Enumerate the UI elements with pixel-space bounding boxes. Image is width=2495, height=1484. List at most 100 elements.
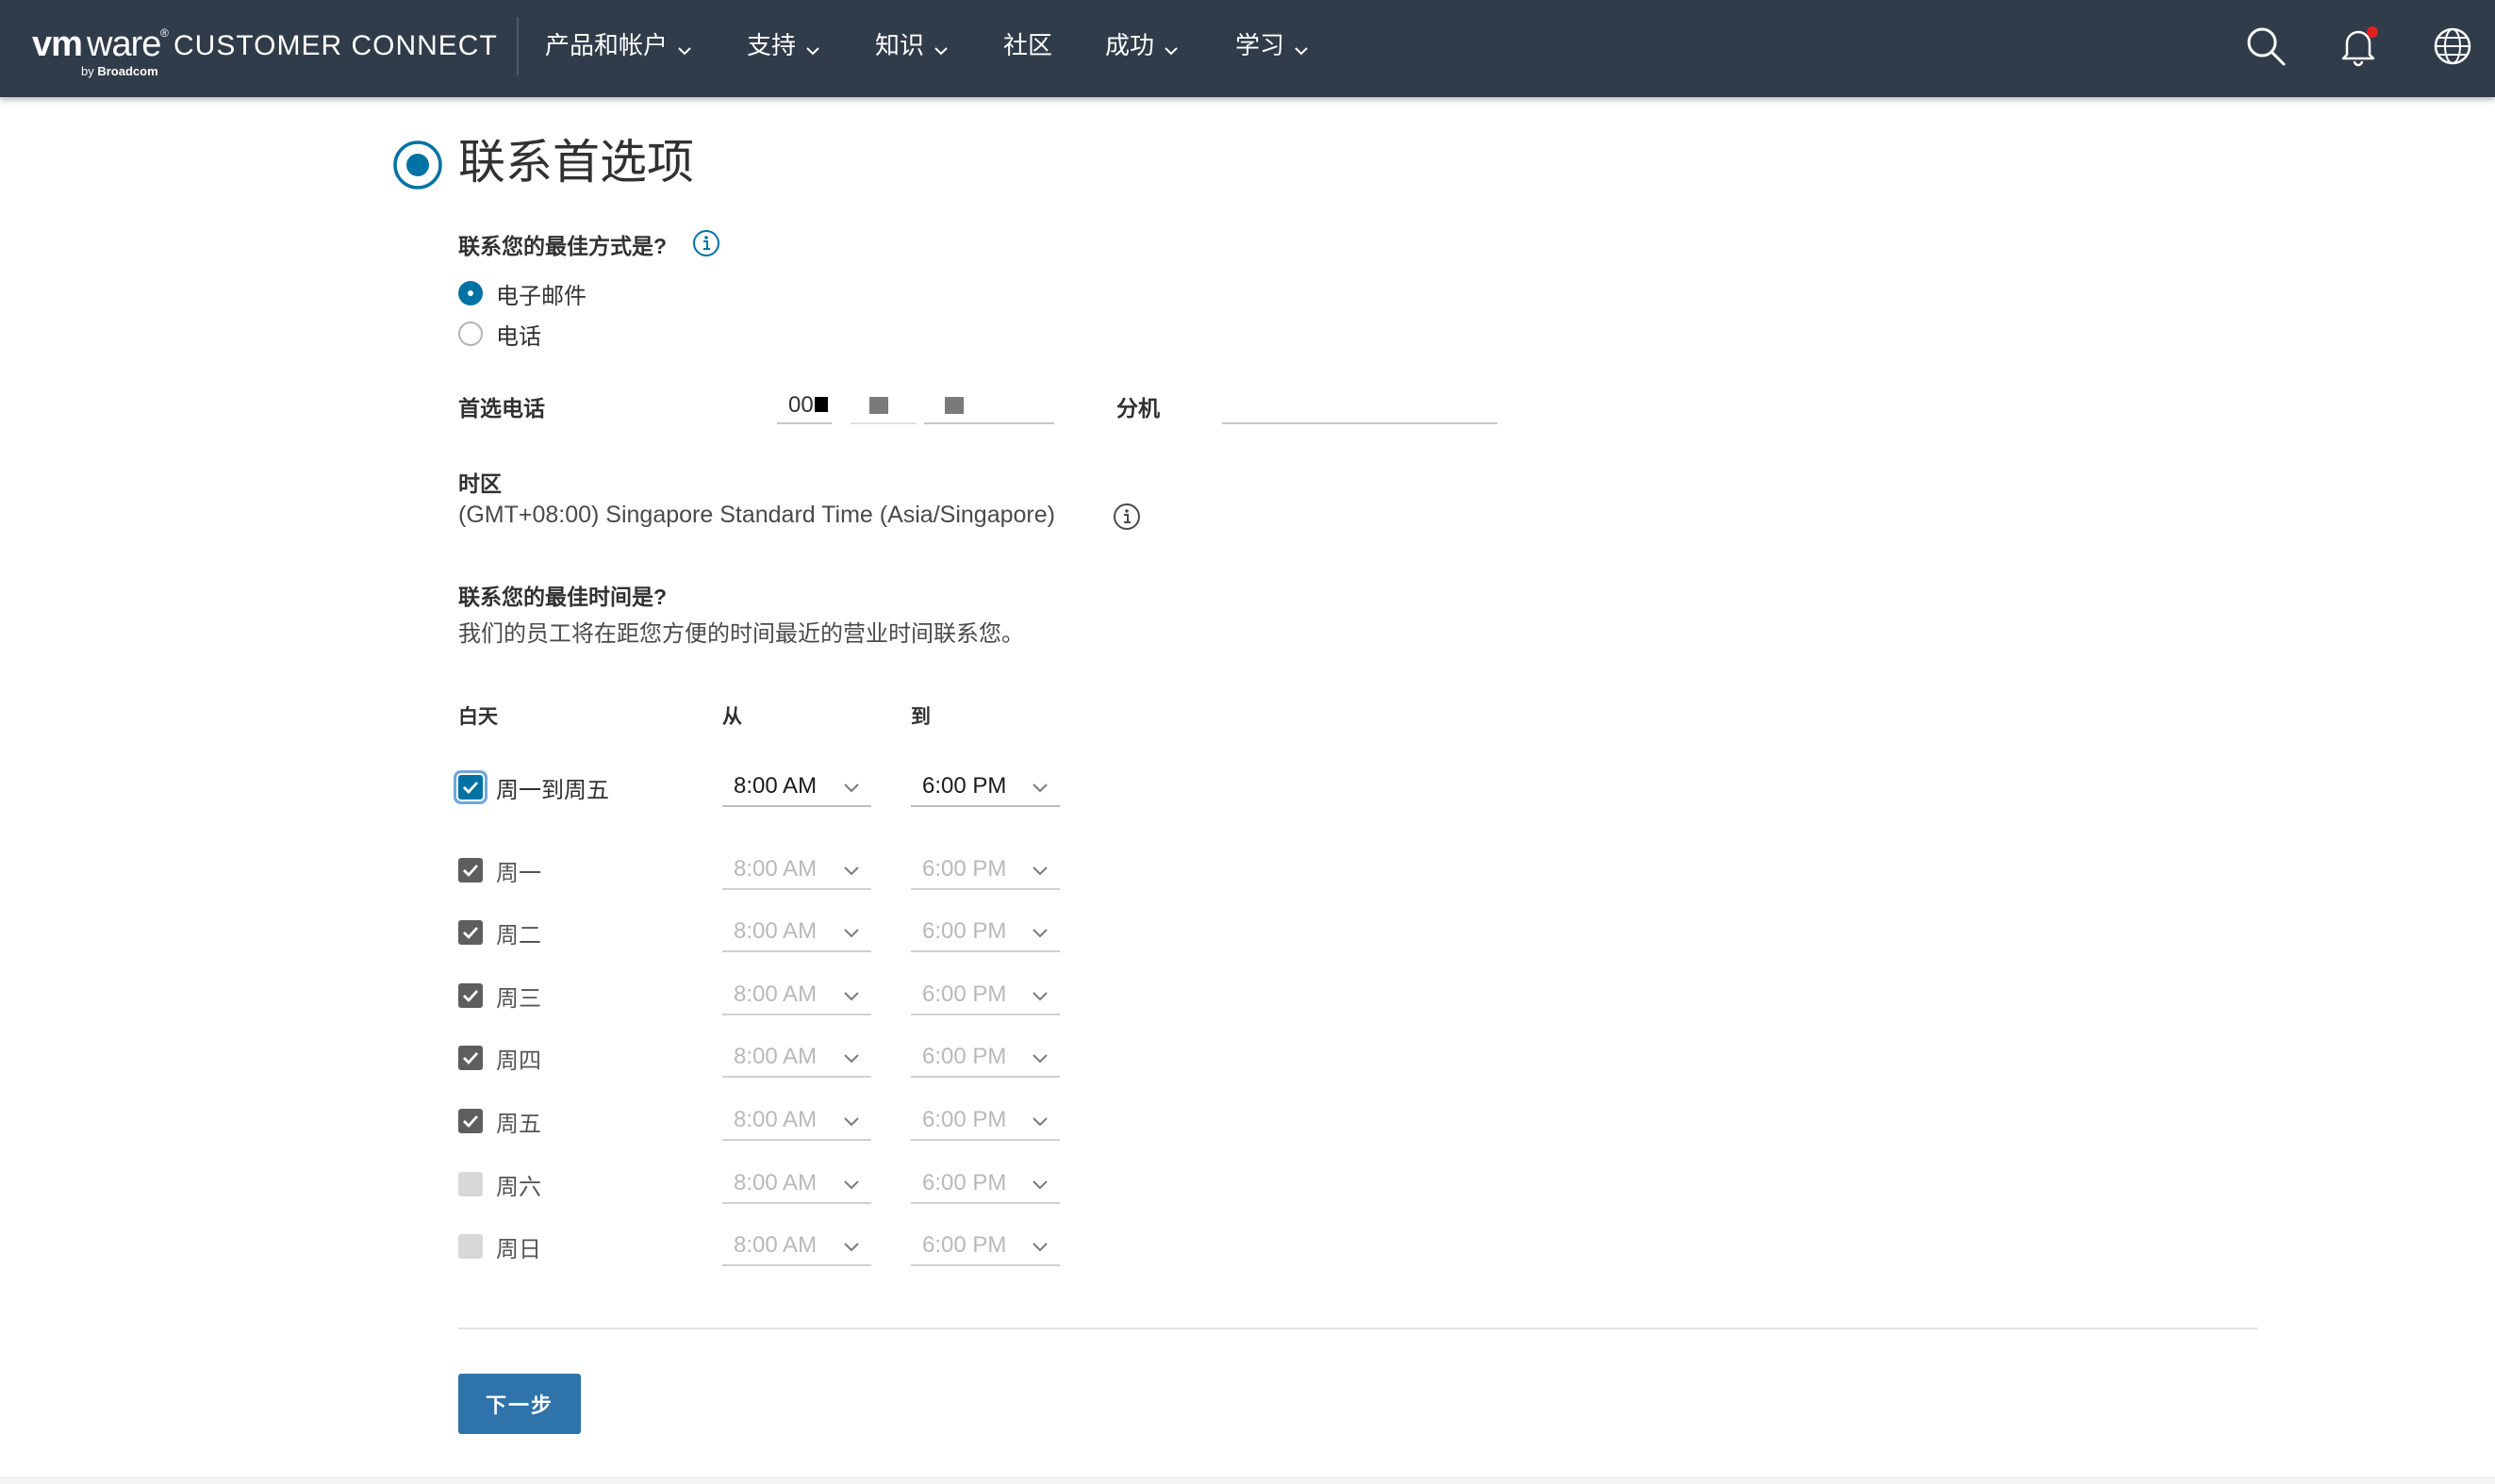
nav-item-community[interactable]: 社区 xyxy=(1003,26,1052,64)
phone-number-field[interactable] xyxy=(924,387,1054,424)
day-label: 周二 xyxy=(496,923,541,948)
extension-field[interactable] xyxy=(1222,387,1497,424)
logo-by-text: by xyxy=(81,64,94,78)
nav-item-success[interactable]: 成功 xyxy=(1105,26,1179,64)
nav-item-products-accounts[interactable]: 产品和帐户 xyxy=(545,26,692,64)
nav-separator xyxy=(517,17,519,75)
column-header-from: 从 xyxy=(722,706,742,728)
to-time-select-monday[interactable]: 6:00 PM xyxy=(911,852,1060,890)
logo-by-broadcom: by Broadcom xyxy=(81,64,158,78)
chevron-down-icon xyxy=(1032,926,1049,943)
preferred-phone-label: 首选电话 xyxy=(458,396,545,420)
nav-item-label: 知识 xyxy=(875,31,925,59)
select-value: 8:00 AM xyxy=(734,1232,818,1258)
bell-icon[interactable] xyxy=(2337,25,2380,68)
phone-area-field[interactable] xyxy=(851,387,917,424)
chevron-down-icon xyxy=(1032,989,1049,1006)
chevron-down-icon xyxy=(1032,781,1049,798)
select-value: 8:00 AM xyxy=(734,918,818,944)
footer-strip xyxy=(0,1476,2495,1484)
to-time-select-friday[interactable]: 6:00 PM xyxy=(911,1103,1060,1141)
to-time-select-tuesday[interactable]: 6:00 PM xyxy=(911,915,1060,952)
to-time-select-thursday[interactable]: 6:00 PM xyxy=(911,1040,1060,1078)
select-value: 6:00 PM xyxy=(922,918,1007,944)
nav-item-label: 社区 xyxy=(1003,31,1053,59)
nav-item-support[interactable]: 支持 xyxy=(747,26,820,64)
chevron-down-icon xyxy=(843,864,860,881)
day-label: 周五 xyxy=(496,1112,541,1137)
checkbox-thursday[interactable] xyxy=(458,1046,483,1070)
day-label: 周六 xyxy=(496,1175,541,1200)
from-time-select-friday[interactable]: 8:00 AM xyxy=(722,1103,871,1141)
phone-country-code-field[interactable]: 00 xyxy=(777,387,832,424)
select-value: 6:00 PM xyxy=(922,981,1007,1007)
chevron-down-icon xyxy=(1032,864,1049,881)
to-time-select-sunday[interactable]: 6:00 PM xyxy=(911,1228,1060,1266)
extension-value xyxy=(1222,392,1233,418)
from-time-select-sunday[interactable]: 8:00 AM xyxy=(722,1228,871,1266)
chevron-down-icon xyxy=(843,926,860,943)
checkbox-sunday[interactable] xyxy=(458,1234,483,1259)
radio-email-label: 电子邮件 xyxy=(496,283,587,309)
select-value: 6:00 PM xyxy=(922,856,1007,882)
from-time-select-weekdays[interactable]: 8:00 AM xyxy=(722,769,871,807)
radio-email-control[interactable] xyxy=(458,281,483,305)
from-time-select-tuesday[interactable]: 8:00 AM xyxy=(722,915,871,952)
select-value: 6:00 PM xyxy=(922,1170,1007,1195)
chevron-down-icon xyxy=(1294,28,1309,66)
globe-icon[interactable] xyxy=(2431,25,2474,68)
to-time-select-wednesday[interactable]: 6:00 PM xyxy=(911,978,1060,1015)
select-value: 6:00 PM xyxy=(922,1107,1007,1132)
nav-item-label: 产品和帐户 xyxy=(545,31,669,59)
checkbox-wednesday[interactable] xyxy=(458,983,483,1008)
logo-ware-text: ware xyxy=(87,25,161,64)
nav-item-label: 学习 xyxy=(1235,31,1285,59)
best-time-description: 我们的员工将在距您方便的时间最近的营业时间联系您。 xyxy=(458,621,1024,647)
day-label: 周三 xyxy=(496,986,541,1012)
nav-item-label: 支持 xyxy=(747,31,797,59)
nav-item-learning[interactable]: 学习 xyxy=(1235,26,1309,64)
redacted-block xyxy=(815,397,828,412)
day-label: 周一到周五 xyxy=(496,778,609,803)
chevron-down-icon xyxy=(1032,1240,1049,1257)
best-time-label: 联系您的最佳时间是? xyxy=(458,585,668,609)
select-value: 8:00 AM xyxy=(734,1107,818,1132)
to-time-select-saturday[interactable]: 6:00 PM xyxy=(911,1166,1060,1204)
checkbox-tuesday[interactable] xyxy=(458,920,483,945)
radio-phone[interactable]: 电话 xyxy=(458,317,541,351)
chevron-down-icon xyxy=(843,781,860,798)
radio-phone-control[interactable] xyxy=(458,322,483,346)
contact-method-label: 联系您的最佳方式是? xyxy=(458,234,668,258)
info-icon[interactable] xyxy=(1113,503,1141,536)
next-step-button[interactable]: 下一步 xyxy=(458,1374,581,1434)
from-time-select-thursday[interactable]: 8:00 AM xyxy=(722,1040,871,1078)
logo-broadcom-text: Broadcom xyxy=(97,64,158,78)
chevron-down-icon xyxy=(1032,1114,1049,1131)
select-value: 6:00 PM xyxy=(922,773,1007,799)
to-time-select-weekdays[interactable]: 6:00 PM xyxy=(911,769,1060,807)
from-time-select-saturday[interactable]: 8:00 AM xyxy=(722,1166,871,1204)
checkbox-weekdays[interactable] xyxy=(458,775,483,800)
from-time-select-wednesday[interactable]: 8:00 AM xyxy=(722,978,871,1015)
select-value: 8:00 AM xyxy=(734,981,818,1007)
chevron-down-icon xyxy=(934,28,949,66)
search-icon[interactable] xyxy=(2244,25,2288,68)
from-time-select-monday[interactable]: 8:00 AM xyxy=(722,852,871,890)
nav-item-knowledge[interactable]: 知识 xyxy=(875,26,949,64)
chevron-down-icon xyxy=(843,1051,860,1068)
top-navigation-bar: vm ware ® CUSTOMER CONNECT by Broadcom 产… xyxy=(0,0,2495,97)
info-icon[interactable] xyxy=(692,229,720,262)
day-label: 周四 xyxy=(496,1048,541,1074)
radio-phone-label: 电话 xyxy=(496,323,541,350)
chevron-down-icon xyxy=(1032,1051,1049,1068)
checkbox-monday[interactable] xyxy=(458,858,483,882)
column-header-to: 到 xyxy=(911,706,931,728)
redacted-block xyxy=(945,397,964,414)
select-value: 8:00 AM xyxy=(734,856,818,882)
select-value: 6:00 PM xyxy=(922,1232,1007,1258)
checkbox-saturday[interactable] xyxy=(458,1172,483,1196)
checkbox-friday[interactable] xyxy=(458,1109,483,1133)
nav-item-label: 成功 xyxy=(1105,31,1155,59)
logo-vm-text: vm xyxy=(32,25,83,64)
radio-email[interactable]: 电子邮件 xyxy=(458,276,587,310)
